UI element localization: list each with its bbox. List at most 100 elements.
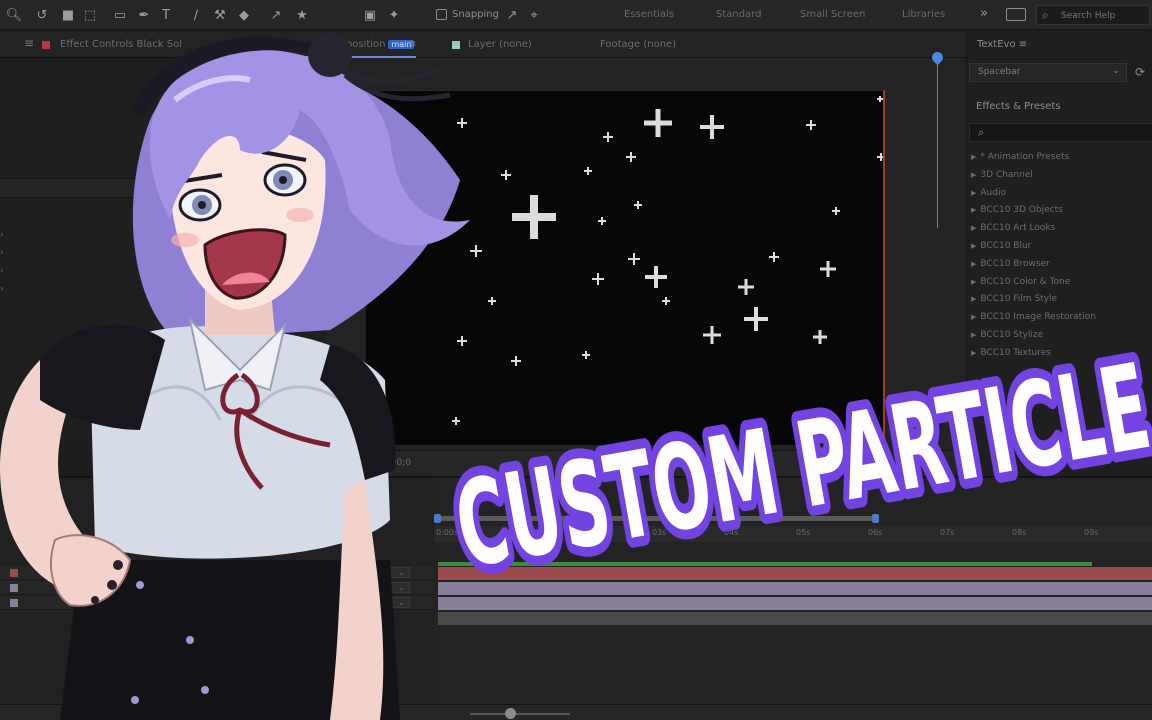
search-icon: ⌕ xyxy=(978,126,985,139)
sparkle-particle xyxy=(654,266,658,288)
expand-triangle-icon[interactable]: ▶ xyxy=(971,260,976,268)
effect-controls-panel: › › › › xyxy=(0,58,326,442)
tab-composition-menu-icon[interactable]: ≡ xyxy=(408,39,416,50)
sparkle-particle xyxy=(633,253,635,265)
effects-category-item[interactable]: ▶ * Animation Presets xyxy=(971,152,1069,162)
search-icon: ⌕ xyxy=(1042,8,1049,22)
effects-category-item[interactable]: ▶ BCC10 3D Objects xyxy=(971,205,1063,215)
sparkle-particle xyxy=(773,252,775,262)
effects-category-item[interactable]: ▶ 3D Channel xyxy=(971,170,1033,180)
axis-local-icon[interactable]: ▣ xyxy=(360,5,380,25)
workspace-small-screen[interactable]: Small Screen xyxy=(800,9,865,20)
title-banner: CUSTOM PARTICLE xyxy=(435,296,1152,604)
effects-category-label: BCC10 Blur xyxy=(980,241,1032,251)
pen-tool-icon[interactable]: ✒ xyxy=(134,5,154,25)
sparkle-particle xyxy=(880,153,882,161)
expand-triangle-icon[interactable]: ▶ xyxy=(971,242,976,250)
effects-category-label: BCC10 Browser xyxy=(980,258,1050,269)
brush-tool-icon[interactable]: ∕ xyxy=(186,5,206,25)
panel-tabs: ≡ Effect Controls Black Sol omposition ma… xyxy=(0,32,966,58)
panel-menu-icon[interactable]: ≡ xyxy=(24,36,34,50)
tab-composition[interactable]: omposition main xyxy=(330,39,415,50)
effects-search-input[interactable]: ⌕ xyxy=(969,123,1152,142)
layer-color-swatch xyxy=(42,41,50,49)
layer-mode-dropdown[interactable]: ⌄ xyxy=(330,597,410,608)
eraser-tool-icon[interactable]: ◆ xyxy=(234,5,254,25)
layer-bar-precomp[interactable] xyxy=(438,582,1152,595)
layer-bar-precomp[interactable] xyxy=(438,597,1152,610)
viewer-timecode[interactable]: 0;00;0 xyxy=(382,458,411,468)
layer-row[interactable]: ⌄ xyxy=(0,596,434,610)
timeline-zoom-slider[interactable] xyxy=(470,713,570,715)
search-help-input[interactable] xyxy=(1061,9,1147,22)
effects-category-label: BCC10 Art Looks xyxy=(980,223,1056,234)
effects-category-label: * Animation Presets xyxy=(980,152,1070,162)
type-tool-icon[interactable]: T xyxy=(156,5,176,25)
workspace-standard[interactable]: Standard xyxy=(716,9,762,20)
clone-stamp-tool-icon[interactable]: ⚒ xyxy=(210,5,230,25)
sparkle-particle xyxy=(744,279,748,295)
preset-dropdown[interactable]: Spacebar ⌄ xyxy=(969,63,1127,82)
tools-toolbar: 🔍︎ ↺ ■ ⬚ ▭ ✒ T ∕ ⚒ ◆ ↗ ★ ▣ ✦ Snapping ↗ … xyxy=(0,0,1152,30)
effects-category-item[interactable]: ▶ BCC10 Art Looks xyxy=(971,223,1055,233)
sparkle-particle xyxy=(826,261,830,277)
roto-brush-tool-icon[interactable]: ↗ xyxy=(266,5,286,25)
effects-category-item[interactable]: ▶ Audio xyxy=(971,188,1006,198)
expand-triangle-icon[interactable]: ▶ xyxy=(971,171,976,179)
sparkle-particle xyxy=(879,96,881,102)
layer-row[interactable]: ⌄ xyxy=(0,566,434,580)
panel-divider xyxy=(0,178,326,198)
layer-tab-swatch xyxy=(452,41,460,49)
puppet-pin-tool-icon[interactable]: ★ xyxy=(292,5,312,25)
sparkle-particle xyxy=(835,207,837,215)
textevo-panel-title: TextEvo ≡ xyxy=(977,39,1028,50)
sparkle-particle xyxy=(607,132,609,142)
playhead-line[interactable] xyxy=(937,52,938,228)
effects-category-label: Audio xyxy=(980,187,1006,198)
effects-category-item[interactable]: ▶ BCC10 Color & Tone xyxy=(971,277,1070,287)
layer-mode-dropdown[interactable]: ⌄ xyxy=(330,567,410,578)
expand-triangle-icon[interactable]: ▶ xyxy=(971,278,976,286)
rotate-tool-icon[interactable]: ↺ xyxy=(32,5,52,25)
sparkle-particle xyxy=(597,273,599,285)
axis-world-icon[interactable]: ✦ xyxy=(384,5,404,25)
sparkle-particle xyxy=(810,120,812,130)
timeline-zoom-knob[interactable] xyxy=(505,708,516,719)
snap-magnet-icon[interactable]: ↗ xyxy=(502,5,522,25)
effects-category-item[interactable]: ▶ BCC10 Browser xyxy=(971,259,1050,269)
expand-triangle-icon[interactable]: ▶ xyxy=(971,224,976,232)
snapping-checkbox[interactable] xyxy=(436,9,447,20)
effects-presets-title: Effects & Presets xyxy=(976,101,1061,112)
expand-triangle-icon[interactable]: ▶ xyxy=(971,189,976,197)
sparkle-particle xyxy=(587,167,589,175)
workspace-layout-icon[interactable] xyxy=(1006,8,1026,21)
textevo-title-text: TextEvo xyxy=(977,39,1016,50)
pan-behind-tool-icon[interactable]: ⬚ xyxy=(80,5,100,25)
workspace-overflow-button[interactable]: » xyxy=(980,6,988,21)
tab-effect-controls[interactable]: Effect Controls Black Sol xyxy=(60,39,182,50)
zoom-tool-icon[interactable]: 🔍︎ xyxy=(4,5,24,25)
tab-footage[interactable]: Footage (none) xyxy=(600,39,676,50)
sparkle-particle xyxy=(655,109,661,137)
effects-category-item[interactable]: ▶ BCC10 Blur xyxy=(971,241,1031,251)
layer-mode-dropdown[interactable]: ⌄ xyxy=(330,582,410,593)
layer-row[interactable]: ⌄ xyxy=(0,581,434,595)
refresh-icon[interactable]: ⟳ xyxy=(1135,65,1145,79)
rectangle-tool-icon[interactable]: ▭ xyxy=(110,5,130,25)
effects-category-label: 3D Channel xyxy=(980,169,1033,180)
camera-tool-icon[interactable]: ■ xyxy=(58,5,78,25)
workspace-libraries[interactable]: Libraries xyxy=(902,9,945,20)
sparkle-particle xyxy=(710,115,714,139)
expand-triangle-icon[interactable]: ▶ xyxy=(971,153,976,161)
expand-triangle-icon[interactable]: ▶ xyxy=(971,206,976,214)
timeline-layer-list: ⌄ ⌄ ⌄ xyxy=(0,478,434,720)
workspace-essentials[interactable]: Essentials xyxy=(624,9,674,20)
preset-dropdown-value: Spacebar xyxy=(978,67,1021,77)
sparkle-particle xyxy=(461,118,463,128)
snap-grid-icon[interactable]: ⌖ xyxy=(524,5,544,25)
layer-bar-empty[interactable] xyxy=(438,612,1152,625)
tab-layer[interactable]: Layer (none) xyxy=(468,39,532,50)
sparkle-particle xyxy=(601,217,603,225)
effects-category-label: BCC10 3D Objects xyxy=(980,205,1063,216)
tab-composition-label: omposition xyxy=(330,39,386,50)
